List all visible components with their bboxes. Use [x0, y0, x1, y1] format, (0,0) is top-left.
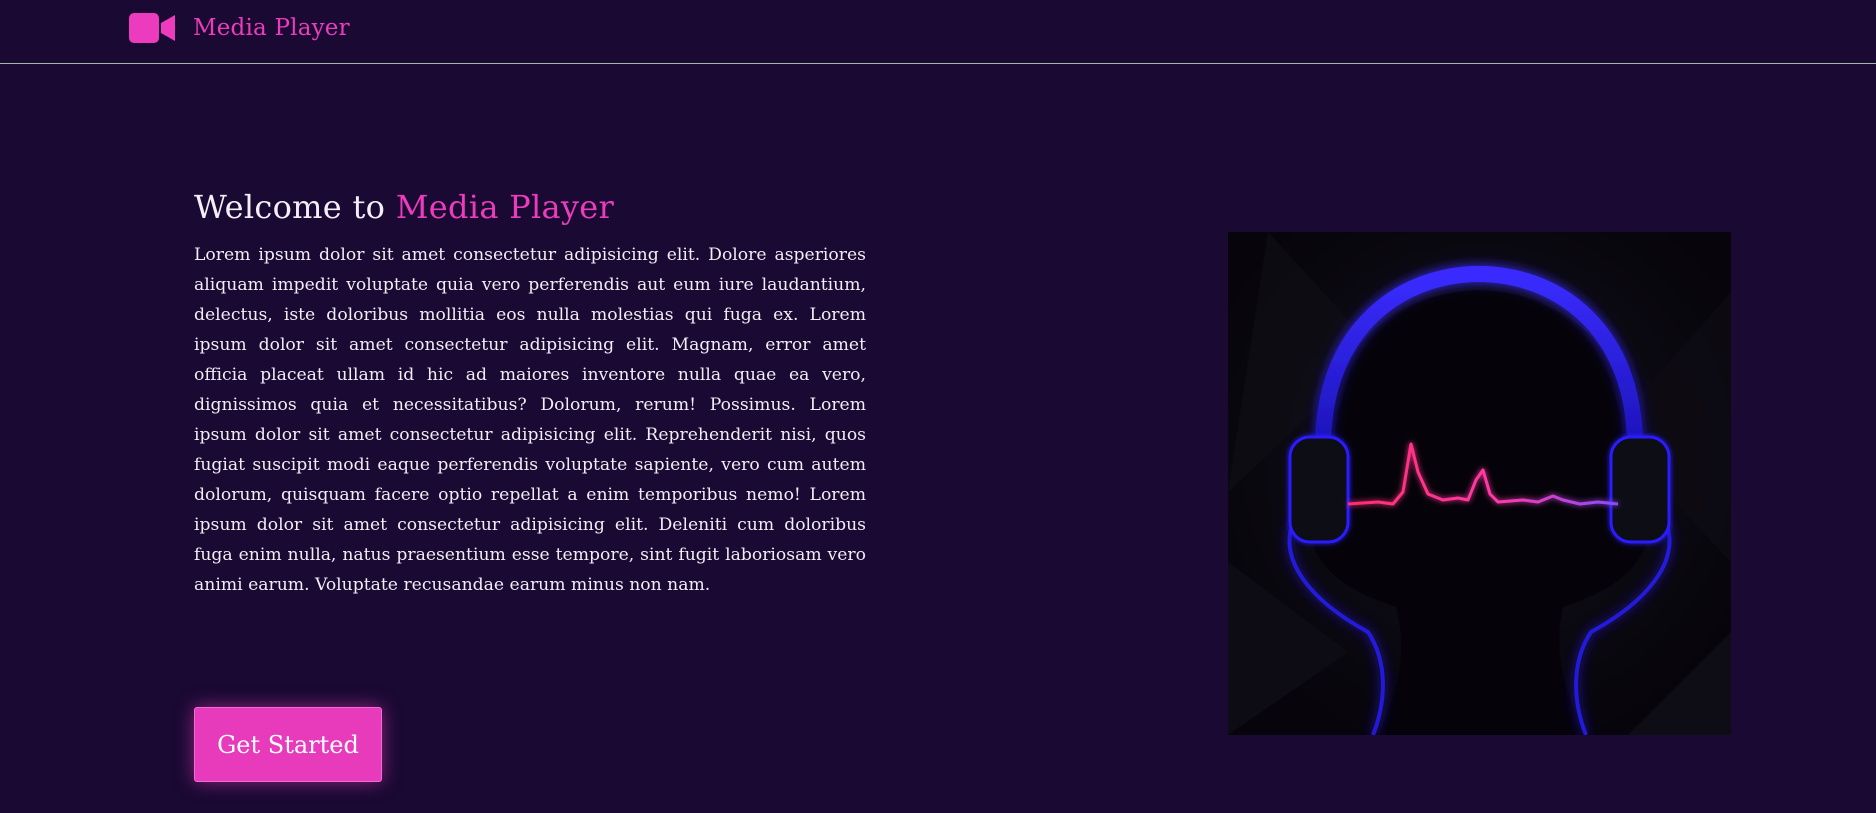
hero-title-prefix: Welcome to	[194, 188, 386, 226]
get-started-button[interactable]: Get Started	[194, 707, 382, 782]
brand-name: Media Player	[193, 15, 350, 41]
hero-title-accent: Media Player	[395, 188, 615, 226]
video-camera-icon	[129, 12, 177, 44]
hero-section: Welcome to Media Player Lorem ipsum dolo…	[194, 184, 866, 600]
brand-link[interactable]: Media Player	[129, 12, 350, 44]
hero-title: Welcome to Media Player	[194, 184, 866, 230]
hero-description: Lorem ipsum dolor sit amet consectetur a…	[194, 245, 866, 595]
navbar: Media Player	[0, 0, 1876, 64]
headphones-heartbeat-image	[1228, 232, 1731, 735]
